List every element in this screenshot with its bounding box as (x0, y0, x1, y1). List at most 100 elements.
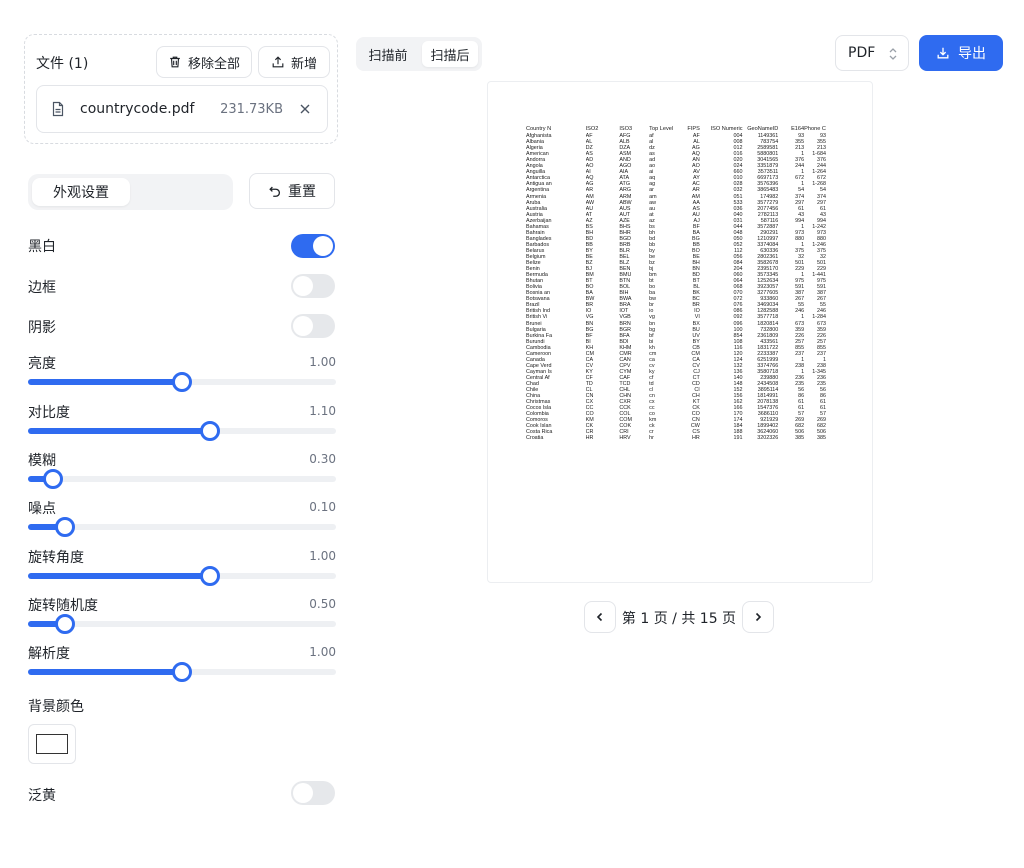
yellowing-label: 泛黄 (28, 788, 56, 804)
brightness-slider[interactable] (28, 372, 336, 392)
clear-all-label: 移除全部 (187, 56, 240, 72)
download-icon (937, 47, 949, 59)
tab-before-scan[interactable]: 扫描前 (360, 41, 416, 67)
background-color-picker[interactable] (28, 724, 76, 764)
format-value: PDF (848, 45, 876, 61)
background-color-label: 背景颜色 (28, 699, 84, 715)
document-cell: HRV (619, 435, 631, 442)
brightness-slider-row: 亮度 1.00 (28, 353, 336, 399)
header-cell: E164 (791, 126, 805, 132)
slider-thumb[interactable] (172, 662, 192, 682)
page-indicator: 第 1 页 / 共 15 页 (621, 611, 737, 627)
slider-thumb[interactable] (199, 566, 220, 586)
slider-fill (28, 573, 210, 579)
rotation-randomness-slider[interactable] (28, 614, 336, 634)
grayscale-toggle[interactable] (291, 234, 335, 258)
document-cell: 385 (795, 435, 805, 442)
close-icon[interactable] (299, 103, 311, 115)
document-cell: Croatia (526, 435, 544, 442)
chevron-left-icon (596, 612, 603, 622)
rotation-label: 旋转角度 (28, 550, 84, 566)
header-cell: GeoNameID (747, 126, 779, 132)
brightness-label: 亮度 (28, 356, 56, 372)
add-file-label: 新增 (290, 56, 317, 72)
document-cell: 385 (816, 435, 826, 442)
header-cell: ISO3 (619, 126, 633, 132)
noise-slider[interactable] (28, 517, 336, 537)
header-cell: ISO2 (585, 126, 599, 132)
resolution-slider-row: 解析度 1.00 (28, 643, 336, 689)
brightness-value: 1.00 (309, 355, 336, 369)
slider-thumb[interactable] (54, 517, 75, 537)
contrast-slider[interactable] (28, 421, 336, 441)
border-label: 边框 (28, 280, 56, 296)
header-cell: Country N (526, 126, 552, 132)
format-select[interactable]: PDF (835, 35, 909, 71)
toggle-knob (293, 316, 313, 336)
export-button[interactable]: 导出 (919, 35, 1003, 71)
header-cell: FIPS (687, 126, 700, 132)
file-size: 231.73KB (220, 101, 283, 117)
clear-all-button[interactable]: 移除全部 (156, 46, 252, 78)
file-icon (52, 101, 64, 117)
scanned-document-page: Country N ISO2 ISO3 Top Level FIPS ISO N… (526, 126, 826, 441)
file-list-panel: 文件 (1) 移除全部 新增 countrycode.pdf 231.73KB (24, 34, 338, 144)
reset-button[interactable]: 重置 (249, 173, 335, 209)
toggle-knob (293, 783, 313, 803)
add-file-button[interactable]: 新增 (258, 46, 330, 78)
shadow-label: 阴影 (28, 320, 56, 336)
undo-icon (269, 186, 281, 197)
next-page-button[interactable] (742, 601, 774, 633)
shadow-toggle[interactable] (291, 314, 335, 338)
color-swatch (36, 734, 68, 754)
upload-icon (272, 56, 284, 68)
sort-arrows-icon (889, 48, 897, 60)
toggle-knob (293, 276, 313, 296)
export-label: 导出 (958, 46, 986, 62)
contrast-label: 对比度 (28, 405, 70, 421)
document-cell: 191 (733, 435, 743, 442)
border-toggle[interactable] (291, 274, 335, 298)
header-cell: Phone Code (804, 126, 826, 132)
tab-appearance[interactable]: 外观设置 (32, 178, 130, 206)
resolution-slider[interactable] (28, 662, 336, 682)
view-tab-group: 扫描前 扫描后 (356, 37, 482, 71)
rotation-randomness-value: 0.50 (309, 597, 336, 611)
file-item[interactable]: countrycode.pdf 231.73KB (36, 85, 328, 133)
document-cell: hr (649, 435, 654, 442)
chevron-right-icon (755, 612, 762, 622)
rotation-randomness-slider-row: 旋转随机度 0.50 (28, 595, 336, 641)
noise-label: 噪点 (28, 501, 56, 517)
header-cell: Top Level (649, 126, 673, 132)
document-header-row: Country N ISO2 ISO3 Top Level FIPS ISO N… (526, 126, 826, 132)
contrast-value: 1.10 (309, 404, 336, 418)
grayscale-label: 黑白 (28, 239, 56, 255)
blur-slider[interactable] (28, 469, 336, 489)
document-row: Croatia HR HRV hr HR 191 3202326 385 385 (526, 435, 826, 441)
resolution-value: 1.00 (309, 645, 336, 659)
slider-fill (28, 379, 182, 385)
document-cell: 3202326 (757, 435, 779, 442)
settings-tab-group: 外观设置 (28, 174, 233, 210)
rotation-slider[interactable] (28, 566, 336, 586)
slider-thumb[interactable] (199, 421, 220, 441)
toggle-knob (313, 236, 333, 256)
file-name: countrycode.pdf (80, 101, 195, 117)
slider-thumb[interactable] (42, 469, 63, 489)
tab-after-scan[interactable]: 扫描后 (422, 41, 478, 67)
header-cell: ISO Numeric (710, 126, 743, 132)
noise-slider-row: 噪点 0.10 (28, 498, 336, 544)
rotation-slider-row: 旋转角度 1.00 (28, 547, 336, 593)
blur-value: 0.30 (309, 452, 336, 466)
rotation-value: 1.00 (309, 549, 336, 563)
document-cell: HR (585, 435, 594, 442)
resolution-label: 解析度 (28, 646, 70, 662)
yellowing-toggle[interactable] (291, 781, 335, 805)
slider-thumb[interactable] (54, 614, 75, 634)
trash-icon (170, 56, 180, 68)
slider-fill (28, 669, 182, 675)
previous-page-button[interactable] (584, 601, 616, 633)
blur-label: 模糊 (28, 453, 56, 469)
slider-thumb[interactable] (172, 372, 192, 392)
contrast-slider-row: 对比度 1.10 (28, 402, 336, 448)
